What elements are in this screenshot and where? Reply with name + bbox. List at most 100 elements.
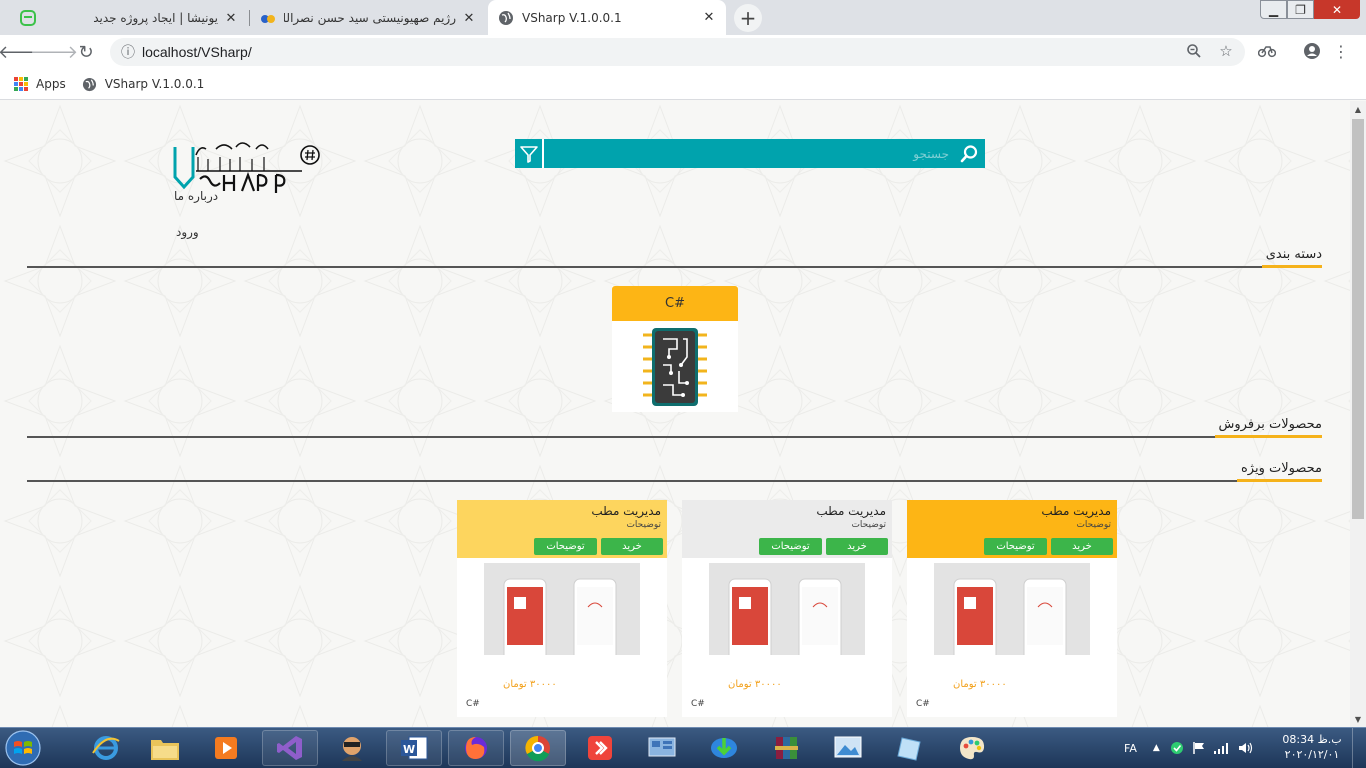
taskbar-notes[interactable] — [882, 730, 938, 766]
product-price: ۳۰۰۰۰ تومان — [503, 679, 557, 690]
product-card[interactable]: مدیریت مطب توضیحات توضیحات خرید ۳۰۰۰۰ تو… — [457, 500, 667, 717]
taskbar-control-panel[interactable] — [634, 730, 690, 766]
url-text: localhost/VSharp/ — [142, 44, 252, 60]
zoom-icon[interactable] — [1183, 40, 1205, 62]
details-button[interactable]: توضیحات — [759, 538, 822, 555]
bookmark-label: VSharp V.1.0.0.1 — [104, 77, 205, 91]
product-buttons: توضیحات خرید — [534, 538, 663, 555]
search-icon[interactable] — [959, 144, 979, 164]
reload-button[interactable]: ↻ — [72, 38, 100, 66]
taskbar-word[interactable]: W — [386, 730, 442, 766]
folder-icon — [151, 740, 179, 760]
close-window-button[interactable]: ✕ — [1314, 0, 1360, 19]
tab-yunisha[interactable]: یونیشا | ایجاد پروژه جدید ✕ — [10, 3, 248, 33]
clock-time: ب.ظ 08:34 — [1282, 733, 1342, 746]
product-image — [709, 563, 865, 655]
product-header: مدیریت مطب توضیحات توضیحات خرید — [457, 500, 667, 558]
product-image — [934, 563, 1090, 655]
product-card[interactable]: مدیریت مطب توضیحات توضیحات خرید ۳۰۰۰۰ تو… — [682, 500, 892, 717]
close-icon[interactable]: ✕ — [224, 11, 238, 26]
bestsellers-section-header: محصولات برفروش — [27, 416, 1322, 438]
product-description: توضیحات — [851, 520, 886, 530]
hacker-avatar-icon — [342, 737, 362, 761]
menu-icon[interactable]: ⋮ — [1330, 40, 1352, 62]
close-icon[interactable]: ✕ — [702, 10, 716, 25]
product-description: توضیحات — [626, 520, 661, 530]
tab-title: رژیم صهیونیستی سید حسن نصرالله را به — [284, 11, 456, 25]
product-card[interactable]: مدیریت مطب توضیحات توضیحات خرید ۳۰۰۰۰ تو… — [907, 500, 1117, 717]
details-button[interactable]: توضیحات — [534, 538, 597, 555]
tab-title: VSharp V.1.0.0.1 — [522, 10, 622, 25]
page-scrollbar[interactable]: ▲ ▼ — [1350, 101, 1366, 727]
volume-icon[interactable] — [1238, 741, 1254, 755]
login-link[interactable]: ورود — [176, 225, 199, 239]
search-input[interactable] — [569, 146, 949, 161]
taskbar-visual-studio[interactable] — [262, 730, 318, 766]
tab-vsharp[interactable]: VSharp V.1.0.0.1 ✕ — [488, 0, 726, 35]
taskbar-explorer[interactable] — [137, 730, 193, 766]
download-manager-icon — [711, 738, 737, 758]
close-icon[interactable]: ✕ — [462, 11, 476, 26]
taskbar-download-manager[interactable] — [696, 730, 752, 766]
taskbar-photo-viewer[interactable] — [820, 730, 876, 766]
info-icon[interactable]: ⓘ — [114, 42, 142, 62]
scroll-up-icon[interactable]: ▲ — [1350, 101, 1366, 117]
taskbar-chrome[interactable] — [510, 730, 566, 766]
product-buttons: توضیحات خرید — [759, 538, 888, 555]
extension-icon[interactable] — [1256, 40, 1278, 62]
filter-button[interactable] — [515, 139, 544, 168]
bookmark-apps[interactable]: Apps — [14, 77, 66, 91]
svg-text:W: W — [403, 743, 415, 756]
bookmarks-bar: Apps VSharp V.1.0.0.1 — [0, 69, 1366, 100]
product-tag: C# — [916, 699, 930, 709]
signal-icon[interactable] — [1213, 742, 1230, 754]
word-icon: W — [401, 736, 428, 760]
maximize-button[interactable]: ❐ — [1287, 0, 1314, 19]
show-desktop-button[interactable] — [1352, 728, 1366, 768]
star-icon[interactable]: ☆ — [1215, 40, 1237, 62]
new-tab-button[interactable]: + — [734, 4, 762, 32]
buy-button[interactable]: خرید — [826, 538, 888, 555]
details-button[interactable]: توضیحات — [984, 538, 1047, 555]
profile-icon[interactable] — [1301, 40, 1323, 62]
buy-button[interactable]: خرید — [601, 538, 663, 555]
apps-grid-icon — [14, 77, 28, 91]
buy-button[interactable]: خرید — [1051, 538, 1113, 555]
category-card[interactable]: C# — [612, 286, 738, 412]
about-link[interactable]: درباره ما — [174, 189, 218, 203]
taskbar-firefox[interactable] — [448, 730, 504, 766]
taskbar-ie[interactable] — [78, 730, 134, 766]
product-tag: C# — [466, 699, 480, 709]
section-title: دسته بندی — [1261, 247, 1322, 268]
product-price: ۳۰۰۰۰ تومان — [953, 679, 1007, 690]
windows-logo-icon — [5, 730, 41, 766]
scroll-down-icon[interactable]: ▼ — [1350, 711, 1366, 727]
scroll-thumb[interactable] — [1352, 119, 1364, 519]
forward-button[interactable]: 🡒 — [30, 38, 78, 66]
tab-title: یونیشا | ایجاد پروژه جدید — [93, 11, 218, 25]
product-tag: C# — [691, 699, 705, 709]
start-button[interactable] — [3, 729, 43, 767]
control-panel-icon — [648, 737, 676, 757]
categories-section-header: دسته بندی — [27, 246, 1322, 268]
bookmark-vsharp[interactable]: VSharp V.1.0.0.1 — [82, 77, 205, 92]
taskbar-media[interactable] — [198, 730, 254, 766]
photo-viewer-icon — [834, 736, 862, 758]
system-clock[interactable]: ب.ظ 08:34 ۲۰۲۰/۱۲/۰۱ — [1280, 732, 1344, 762]
notes-icon — [897, 737, 921, 761]
address-bar[interactable]: ⓘ localhost/VSharp/ — [110, 38, 1245, 66]
browser-toolbar: 🡐 🡒 ↻ ⓘ localhost/VSharp/ ☆ ⋮ — [0, 35, 1366, 69]
minimize-button[interactable]: ▁ — [1260, 0, 1287, 19]
taskbar-paint[interactable] — [944, 730, 1000, 766]
language-indicator[interactable]: FA — [1124, 742, 1137, 755]
taskbar-hacker-app[interactable] — [324, 730, 380, 766]
taskbar-winrar[interactable] — [758, 730, 814, 766]
tab-news[interactable]: رژیم صهیونیستی سید حسن نصرالله را به ✕ — [250, 3, 486, 33]
flag-icon[interactable] — [1192, 741, 1206, 755]
taskbar-anydesk[interactable] — [572, 730, 628, 766]
product-description: توضیحات — [1076, 520, 1111, 530]
search-box — [544, 139, 985, 168]
tray-expand-icon[interactable]: ▲ — [1153, 743, 1160, 753]
vsharp-logo[interactable] — [172, 137, 322, 197]
security-shield-icon[interactable] — [1170, 741, 1184, 755]
